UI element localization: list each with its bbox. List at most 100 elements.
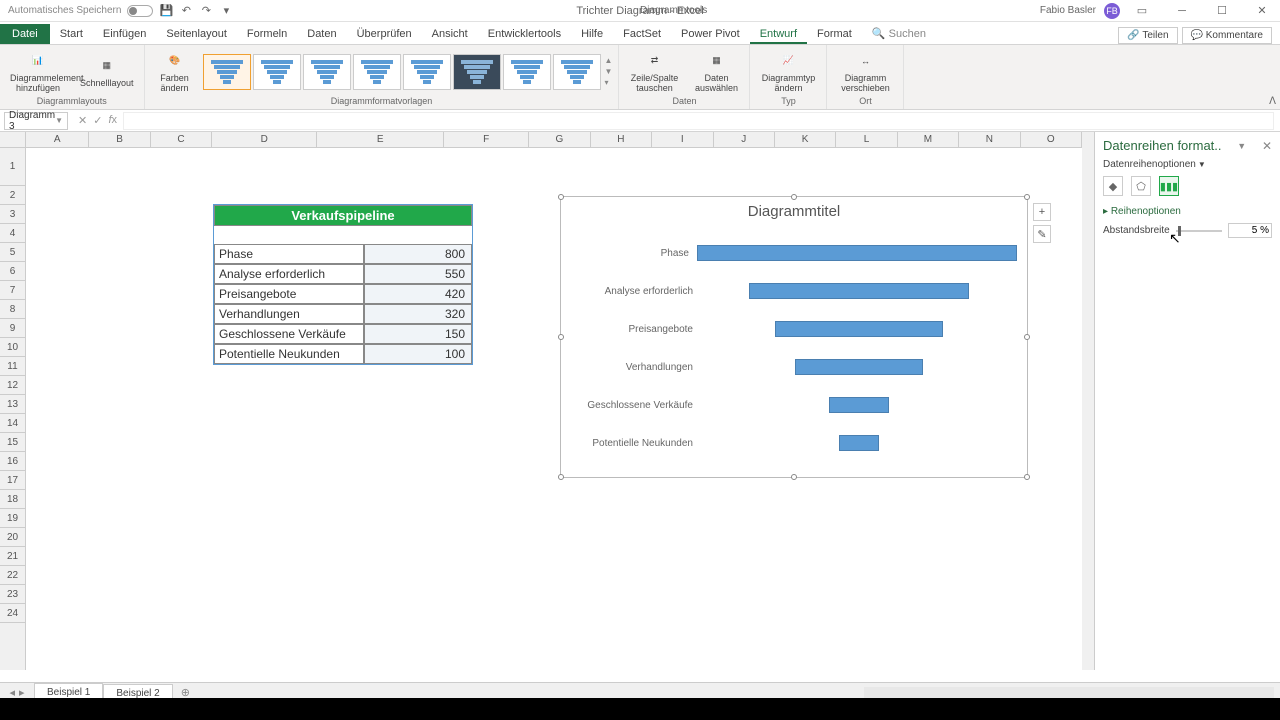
col-header[interactable]: O	[1021, 132, 1082, 147]
table-cell-value[interactable]: 100	[364, 344, 472, 364]
switch-row-col-button[interactable]: ⇄Zeile/Spalte tauschen	[623, 49, 685, 95]
series-options-section[interactable]: ▸ Reihenoptionen	[1103, 206, 1272, 217]
ribbon-options-icon[interactable]: ▭	[1124, 0, 1160, 22]
row-header[interactable]: 5	[0, 243, 25, 262]
table-cell-label[interactable]: Analyse erforderlich	[214, 264, 364, 284]
chart-style-6[interactable]	[453, 54, 501, 90]
comments-button[interactable]: 💬 Kommentare	[1182, 27, 1272, 44]
maximize-icon[interactable]: ☐	[1204, 0, 1240, 22]
formula-input[interactable]	[123, 112, 1274, 130]
funnel-bar-row[interactable]: Analyse erforderlich	[571, 272, 1017, 310]
col-header[interactable]: N	[959, 132, 1020, 147]
tab-format[interactable]: Format	[807, 24, 862, 44]
row-header[interactable]: 6	[0, 262, 25, 281]
col-header[interactable]: J	[714, 132, 775, 147]
style-scroll-down-icon[interactable]: ▼	[605, 67, 613, 76]
tab-hilfe[interactable]: Hilfe	[571, 24, 613, 44]
save-icon[interactable]: 💾	[159, 4, 173, 18]
funnel-bar-row[interactable]: Preisangebote	[571, 310, 1017, 348]
row-header[interactable]: 10	[0, 338, 25, 357]
gap-width-input[interactable]	[1228, 223, 1272, 238]
avatar[interactable]: FB	[1104, 3, 1120, 19]
funnel-bar[interactable]	[749, 283, 969, 299]
row-header[interactable]: 1	[0, 148, 25, 186]
table-cell-label[interactable]: Verhandlungen	[214, 304, 364, 324]
horizontal-scrollbar[interactable]	[864, 687, 1274, 699]
col-header[interactable]: D	[212, 132, 317, 147]
chart-style-1[interactable]	[203, 54, 251, 90]
funnel-bar-row[interactable]: Verhandlungen	[571, 348, 1017, 386]
tab-einfuegen[interactable]: Einfügen	[93, 24, 156, 44]
fx-icon[interactable]: fx	[108, 114, 117, 127]
row-header[interactable]: 15	[0, 433, 25, 452]
col-header[interactable]: G	[529, 132, 590, 147]
share-button[interactable]: 🔗 Teilen	[1118, 27, 1177, 44]
col-header[interactable]: I	[652, 132, 713, 147]
funnel-bar-row[interactable]: Phase	[571, 234, 1017, 272]
row-header[interactable]: 13	[0, 395, 25, 414]
qat-more-icon[interactable]: ▾	[219, 4, 233, 18]
change-colors-button[interactable]: 🎨Farben ändern	[149, 49, 201, 95]
cells-area[interactable]: Verkaufspipeline Phase800Analyse erforde…	[26, 148, 1082, 670]
tab-seitenlayout[interactable]: Seitenlayout	[156, 24, 237, 44]
row-header[interactable]: 14	[0, 414, 25, 433]
funnel-chart[interactable]: Diagrammtitel PhaseAnalyse erforderlichP…	[560, 196, 1028, 478]
tab-start[interactable]: Start	[50, 24, 93, 44]
chart-add-element-icon[interactable]: +	[1033, 203, 1051, 221]
funnel-bar-row[interactable]: Geschlossene Verkäufe	[571, 386, 1017, 424]
row-header[interactable]: 12	[0, 376, 25, 395]
table-cell-value[interactable]: 320	[364, 304, 472, 324]
vertical-scrollbar[interactable]	[1082, 132, 1094, 670]
row-header[interactable]: 22	[0, 566, 25, 585]
row-header[interactable]: 8	[0, 300, 25, 319]
funnel-bar[interactable]	[795, 359, 923, 375]
col-header[interactable]: B	[89, 132, 150, 147]
chart-plot-area[interactable]: PhaseAnalyse erforderlichPreisangeboteVe…	[561, 230, 1027, 472]
chart-style-3[interactable]	[303, 54, 351, 90]
col-header[interactable]: E	[317, 132, 444, 147]
tab-entwicklertools[interactable]: Entwicklertools	[478, 24, 571, 44]
row-header[interactable]: 2	[0, 186, 25, 205]
tab-daten[interactable]: Daten	[297, 24, 346, 44]
fill-line-tab-icon[interactable]: ◆	[1103, 176, 1123, 196]
col-header[interactable]: F	[444, 132, 529, 147]
row-header[interactable]: 4	[0, 224, 25, 243]
row-header[interactable]: 19	[0, 509, 25, 528]
col-header[interactable]: M	[898, 132, 959, 147]
table-cell-label[interactable]: Preisangebote	[214, 284, 364, 304]
chart-styles-icon[interactable]: ✎	[1033, 225, 1051, 243]
accept-formula-icon[interactable]: ✓	[93, 114, 102, 127]
effects-tab-icon[interactable]: ⬠	[1131, 176, 1151, 196]
column-headers[interactable]: ABCDEFGHIJKLMNO	[26, 132, 1082, 148]
funnel-bar[interactable]	[829, 397, 889, 413]
collapse-ribbon-icon[interactable]: ᐱ	[1269, 96, 1276, 107]
row-header[interactable]: 20	[0, 528, 25, 547]
row-header[interactable]: 7	[0, 281, 25, 300]
funnel-bar[interactable]	[839, 435, 879, 451]
search-tell-me[interactable]: 🔍 Suchen	[862, 23, 936, 44]
chart-title[interactable]: Diagrammtitel	[561, 197, 1027, 230]
col-header[interactable]: A	[26, 132, 89, 147]
funnel-bar-row[interactable]: Potentielle Neukunden	[571, 424, 1017, 462]
chart-style-4[interactable]	[353, 54, 401, 90]
table-cell-label[interactable]: Geschlossene Verkäufe	[214, 324, 364, 344]
close-icon[interactable]: ✕	[1244, 0, 1280, 22]
worksheet-grid[interactable]: ABCDEFGHIJKLMNO 123456789101112131415161…	[0, 132, 1094, 670]
style-scroll-up-icon[interactable]: ▲	[605, 56, 613, 65]
chart-style-8[interactable]	[553, 54, 601, 90]
cancel-formula-icon[interactable]: ✕	[78, 114, 87, 127]
add-chart-element-button[interactable]: 📊Diagrammelement hinzufügen	[4, 49, 72, 95]
tab-ansicht[interactable]: Ansicht	[422, 24, 478, 44]
col-header[interactable]: L	[836, 132, 897, 147]
col-header[interactable]: H	[591, 132, 652, 147]
gap-width-slider[interactable]	[1176, 230, 1222, 232]
name-box[interactable]: Diagramm 3▼	[4, 112, 68, 130]
row-headers[interactable]: 123456789101112131415161718192021222324	[0, 148, 26, 670]
table-cell-value[interactable]: 420	[364, 284, 472, 304]
funnel-bar[interactable]	[697, 245, 1017, 261]
row-header[interactable]: 17	[0, 471, 25, 490]
quick-layout-button[interactable]: ▦Schnelllayout	[74, 54, 140, 90]
table-cell-label[interactable]: Phase	[214, 244, 364, 264]
tab-ueberpruefen[interactable]: Überprüfen	[347, 24, 422, 44]
tab-entwurf[interactable]: Entwurf	[750, 24, 807, 44]
